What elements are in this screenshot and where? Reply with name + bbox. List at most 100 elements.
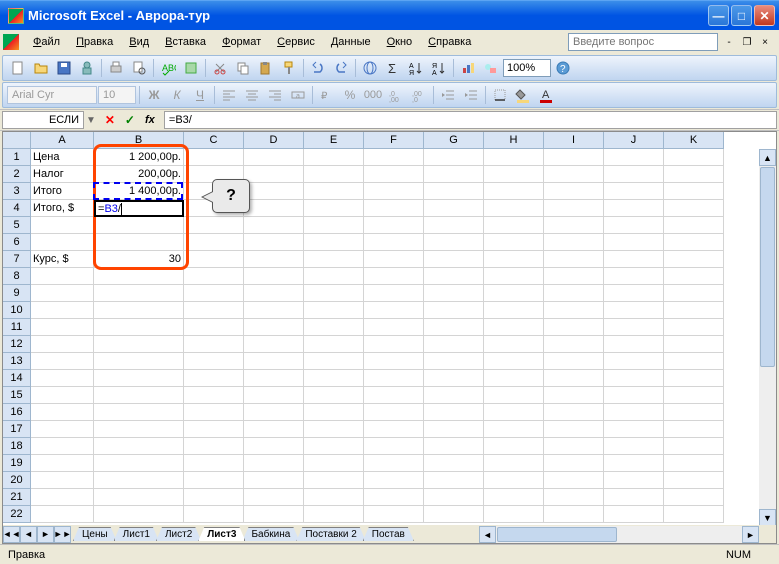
- cell-C15[interactable]: [184, 387, 244, 404]
- cell-I17[interactable]: [544, 421, 604, 438]
- cell-A22[interactable]: [31, 506, 94, 523]
- cell-A9[interactable]: [31, 285, 94, 302]
- col-header-C[interactable]: C: [184, 132, 244, 149]
- cell-I5[interactable]: [544, 217, 604, 234]
- cell-G13[interactable]: [424, 353, 484, 370]
- row-header-16[interactable]: 16: [3, 404, 31, 421]
- cell-J4[interactable]: [604, 200, 664, 217]
- cell-J5[interactable]: [604, 217, 664, 234]
- cell-K9[interactable]: [664, 285, 724, 302]
- scroll-down-button[interactable]: ▼: [759, 509, 776, 526]
- cell-G18[interactable]: [424, 438, 484, 455]
- sheet-tab-Лист1[interactable]: Лист1: [114, 527, 159, 541]
- cell-I12[interactable]: [544, 336, 604, 353]
- cell-F13[interactable]: [364, 353, 424, 370]
- scroll-thumb-vertical[interactable]: [760, 167, 775, 367]
- cell-F1[interactable]: [364, 149, 424, 166]
- cell-F17[interactable]: [364, 421, 424, 438]
- cell-B1[interactable]: 1 200,00р.: [94, 149, 184, 166]
- cell-C7[interactable]: [184, 251, 244, 268]
- cell-F2[interactable]: [364, 166, 424, 183]
- cell-I8[interactable]: [544, 268, 604, 285]
- cell-D20[interactable]: [244, 472, 304, 489]
- select-all-corner[interactable]: [3, 132, 31, 149]
- cell-D14[interactable]: [244, 370, 304, 387]
- cell-F14[interactable]: [364, 370, 424, 387]
- cell-D5[interactable]: [244, 217, 304, 234]
- cell-H14[interactable]: [484, 370, 544, 387]
- help-button[interactable]: ?: [552, 57, 574, 79]
- scroll-left-button[interactable]: ◄: [479, 526, 496, 543]
- autosum-button[interactable]: Σ: [382, 57, 404, 79]
- cell-B3[interactable]: 1 400,00р.: [94, 183, 184, 200]
- cell-B14[interactable]: [94, 370, 184, 387]
- cell-J17[interactable]: [604, 421, 664, 438]
- cell-K8[interactable]: [664, 268, 724, 285]
- cell-G9[interactable]: [424, 285, 484, 302]
- row-header-4[interactable]: 4: [3, 200, 31, 217]
- cell-J16[interactable]: [604, 404, 664, 421]
- drawing-button[interactable]: [480, 57, 502, 79]
- cell-H3[interactable]: [484, 183, 544, 200]
- cell-H17[interactable]: [484, 421, 544, 438]
- row-header-21[interactable]: 21: [3, 489, 31, 506]
- col-header-K[interactable]: K: [664, 132, 724, 149]
- cell-H15[interactable]: [484, 387, 544, 404]
- scroll-up-button[interactable]: ▲: [759, 149, 776, 166]
- paste-button[interactable]: [255, 57, 277, 79]
- cell-I20[interactable]: [544, 472, 604, 489]
- fill-color-button[interactable]: [512, 84, 534, 106]
- row-header-22[interactable]: 22: [3, 506, 31, 523]
- cell-A16[interactable]: [31, 404, 94, 421]
- cell-G17[interactable]: [424, 421, 484, 438]
- cell-H9[interactable]: [484, 285, 544, 302]
- merge-center-button[interactable]: a: [287, 84, 309, 106]
- row-header-17[interactable]: 17: [3, 421, 31, 438]
- tab-nav-last[interactable]: ►►: [54, 526, 71, 543]
- sort-desc-button[interactable]: ЯA: [428, 57, 450, 79]
- cell-E20[interactable]: [304, 472, 364, 489]
- cell-B4[interactable]: =B3/: [94, 200, 184, 217]
- cell-D4[interactable]: [244, 200, 304, 217]
- sheet-tab-Лист2[interactable]: Лист2: [156, 527, 201, 541]
- cell-J14[interactable]: [604, 370, 664, 387]
- sheet-tab-Бабкина[interactable]: Бабкина: [242, 527, 299, 541]
- cell-F21[interactable]: [364, 489, 424, 506]
- cell-A3[interactable]: Итого: [31, 183, 94, 200]
- cell-J3[interactable]: [604, 183, 664, 200]
- cell-D12[interactable]: [244, 336, 304, 353]
- cell-I4[interactable]: [544, 200, 604, 217]
- cell-G15[interactable]: [424, 387, 484, 404]
- tab-nav-next[interactable]: ►: [37, 526, 54, 543]
- cell-D2[interactable]: [244, 166, 304, 183]
- align-right-button[interactable]: [264, 84, 286, 106]
- cell-F12[interactable]: [364, 336, 424, 353]
- open-button[interactable]: [30, 57, 52, 79]
- cell-C16[interactable]: [184, 404, 244, 421]
- cell-D18[interactable]: [244, 438, 304, 455]
- cell-K19[interactable]: [664, 455, 724, 472]
- menu-edit[interactable]: Правка: [68, 34, 121, 50]
- ask-question-input[interactable]: [568, 33, 718, 51]
- zoom-box[interactable]: 100%: [503, 59, 551, 77]
- redo-button[interactable]: [330, 57, 352, 79]
- cell-J7[interactable]: [604, 251, 664, 268]
- insert-function-button[interactable]: fx: [142, 112, 158, 128]
- bold-button[interactable]: Ж: [143, 84, 165, 106]
- cell-J22[interactable]: [604, 506, 664, 523]
- col-header-F[interactable]: F: [364, 132, 424, 149]
- cell-E4[interactable]: [304, 200, 364, 217]
- cell-H20[interactable]: [484, 472, 544, 489]
- new-button[interactable]: [7, 57, 29, 79]
- doc-minimize-button[interactable]: -: [722, 35, 736, 49]
- menu-data[interactable]: Данные: [323, 34, 379, 50]
- font-name-box[interactable]: Arial Cyr: [7, 86, 97, 104]
- cell-A18[interactable]: [31, 438, 94, 455]
- cell-A12[interactable]: [31, 336, 94, 353]
- col-header-G[interactable]: G: [424, 132, 484, 149]
- row-header-7[interactable]: 7: [3, 251, 31, 268]
- row-header-9[interactable]: 9: [3, 285, 31, 302]
- align-center-button[interactable]: [241, 84, 263, 106]
- row-header-2[interactable]: 2: [3, 166, 31, 183]
- cell-A10[interactable]: [31, 302, 94, 319]
